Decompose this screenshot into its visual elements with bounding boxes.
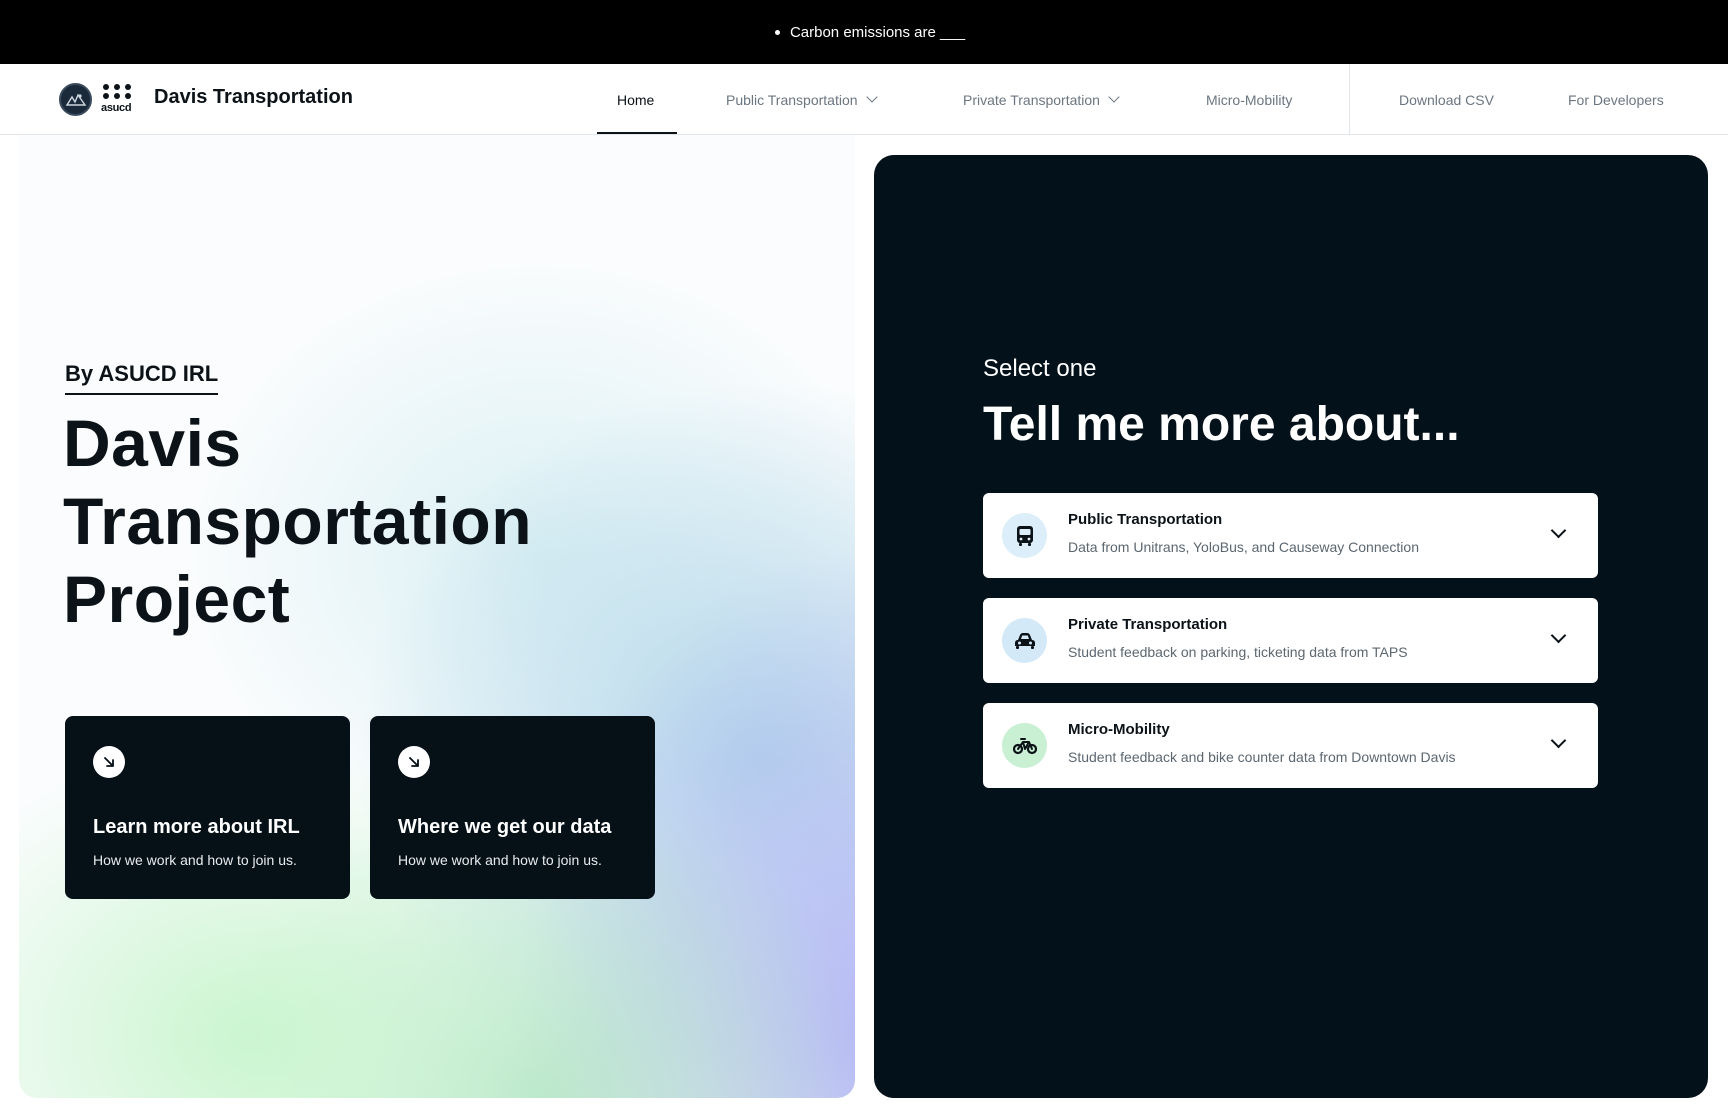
title-line: Project xyxy=(63,562,291,636)
nav-download-csv[interactable]: Download CSV xyxy=(1399,64,1494,135)
learn-more-card[interactable]: Learn more about IRL How we work and how… xyxy=(65,716,350,899)
option-title: Public Transportation xyxy=(1068,511,1223,528)
seal-icon xyxy=(65,93,86,106)
topic-selector-panel: Select one Tell me more about... Public … xyxy=(874,155,1708,1098)
nav-label: Home xyxy=(617,91,655,108)
bullet-icon xyxy=(774,29,780,35)
option-description: Student feedback and bike counter data f… xyxy=(1068,749,1456,765)
ticker-text: Carbon emissions are ___ xyxy=(789,23,966,41)
panel-kicker: Select one xyxy=(983,355,1097,382)
site-header: asucd Davis Transportation Home Public T… xyxy=(0,64,1728,135)
chevron-down-icon xyxy=(1550,522,1567,539)
active-nav-indicator xyxy=(597,132,677,134)
nav-public-transportation[interactable]: Public Transportation xyxy=(726,64,878,135)
card-subtitle: How we work and how to join us. xyxy=(93,852,297,868)
title-line: Davis xyxy=(63,406,242,480)
chevron-down-icon xyxy=(1550,627,1567,644)
nav-label: For Developers xyxy=(1568,91,1664,108)
nav-label: Public Transportation xyxy=(726,91,858,108)
chevron-down-icon xyxy=(865,91,878,103)
option-micro-mobility[interactable]: Micro-Mobility Student feedback and bike… xyxy=(983,703,1598,788)
option-public-transportation[interactable]: Public Transportation Data from Unitrans… xyxy=(983,493,1598,578)
bike-icon xyxy=(1002,723,1047,768)
option-description: Student feedback on parking, ticketing d… xyxy=(1068,644,1408,660)
chevron-down-icon xyxy=(1550,732,1567,749)
ticker-item: Carbon emissions are ___ xyxy=(774,23,966,41)
asucd-seal-logo[interactable] xyxy=(59,83,92,116)
arrow-down-right-icon xyxy=(93,746,125,778)
card-title: Learn more about IRL xyxy=(93,816,300,838)
nav-label: Micro-Mobility xyxy=(1206,91,1293,108)
card-subtitle: How we work and how to join us. xyxy=(398,852,602,868)
panel-title: Tell me more about... xyxy=(983,398,1460,451)
logo-wordmark: asucd xyxy=(101,102,132,114)
title-line: Transportation xyxy=(63,484,533,558)
brand-name[interactable]: Davis Transportation xyxy=(154,86,353,109)
bus-icon xyxy=(1002,513,1047,558)
nav-home[interactable]: Home xyxy=(617,64,654,135)
nav-divider xyxy=(1349,64,1350,135)
arrow-down-right-icon xyxy=(398,746,430,778)
asucd-logo[interactable]: asucd xyxy=(101,84,137,114)
option-title: Private Transportation xyxy=(1068,616,1228,633)
option-private-transportation[interactable]: Private Transportation Student feedback … xyxy=(983,598,1598,683)
card-title: Where we get our data xyxy=(398,816,612,838)
announcement-bar: Carbon emissions are ___ xyxy=(0,0,1728,64)
nav-label: Download CSV xyxy=(1399,91,1494,108)
hero-byline: By ASUCD IRL xyxy=(65,361,219,395)
nav-label: Private Transportation xyxy=(963,91,1100,108)
car-icon xyxy=(1002,618,1047,663)
option-title: Micro-Mobility xyxy=(1068,721,1170,738)
nav-micro-mobility[interactable]: Micro-Mobility xyxy=(1206,64,1292,135)
chevron-down-icon xyxy=(1108,91,1120,103)
nav-for-developers[interactable]: For Developers xyxy=(1568,64,1664,135)
nav-private-transportation[interactable]: Private Transportation xyxy=(963,64,1120,135)
data-sources-card[interactable]: Where we get our data How we work and ho… xyxy=(370,716,655,899)
page-title: Davis Transportation Project xyxy=(63,404,623,638)
option-description: Data from Unitrans, YoloBus, and Causewa… xyxy=(1068,539,1419,555)
